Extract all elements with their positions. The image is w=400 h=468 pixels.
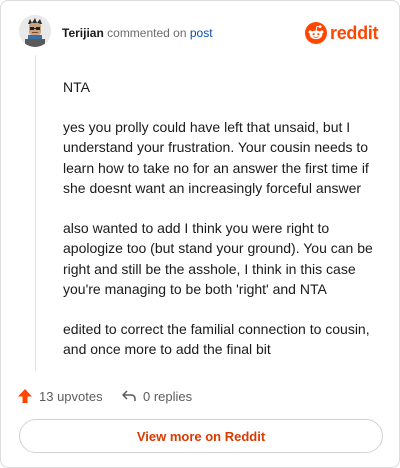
reply-count: 0 replies — [143, 388, 193, 404]
post-link[interactable]: post — [190, 26, 213, 40]
commented-on-text: commented on — [107, 26, 187, 40]
thread-line — [35, 55, 36, 371]
reddit-logo-icon — [305, 22, 327, 44]
comment-body: NTA yes you prolly could have left that … — [63, 77, 381, 379]
comment-paragraph: also wanted to add I think you were righ… — [63, 219, 373, 298]
reply-arrow-icon — [122, 390, 136, 401]
comment-paragraph: yes you prolly could have left that unsa… — [63, 118, 369, 197]
comment-actions: 13 upvotes 0 replies — [17, 385, 317, 409]
upvote-count: 13 upvotes — [39, 388, 103, 404]
avatar[interactable] — [19, 15, 51, 47]
comment-paragraph: NTA — [63, 79, 90, 95]
comment-header: Terijian commented on post reddit — [19, 15, 385, 51]
upvote-arrow-icon — [18, 389, 32, 403]
avatar-image — [19, 15, 51, 47]
upvote-button[interactable]: 13 upvotes — [17, 385, 103, 407]
author-name[interactable]: Terijian — [62, 26, 104, 40]
reddit-wordmark: reddit — [330, 23, 379, 43]
comment-embed-card: Terijian commented on post reddit NTA ye… — [0, 0, 400, 468]
view-more-on-reddit-button[interactable]: View more on Reddit — [19, 419, 383, 453]
byline: Terijian commented on post — [62, 26, 213, 40]
comment-paragraph: edited to correct the familial connectio… — [63, 320, 370, 358]
reddit-brand[interactable]: reddit — [305, 22, 385, 48]
reply-button[interactable]: 0 replies — [121, 385, 192, 407]
